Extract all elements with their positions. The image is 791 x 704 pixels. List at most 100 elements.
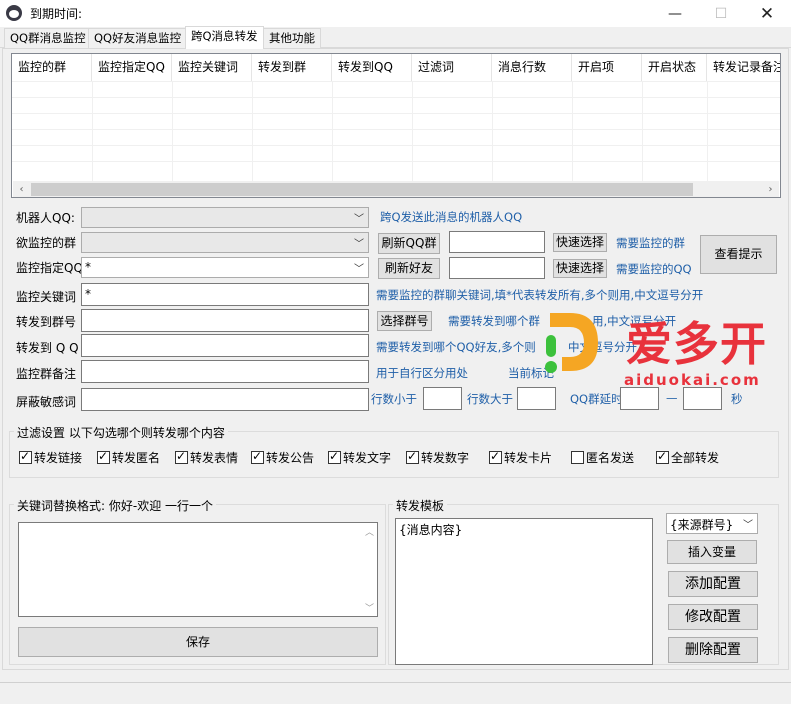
lines-more-label: 行数大于 (467, 392, 513, 406)
group-note-input[interactable] (81, 360, 369, 383)
grid-line (12, 97, 780, 98)
col-header[interactable]: 转发到群 (252, 54, 332, 81)
grid-line (332, 81, 333, 181)
add-config-button[interactable]: 添加配置 (668, 571, 758, 597)
watermark-logo: 爱多开 aiduokai.com (540, 305, 780, 400)
filter-emoji-checkbox[interactable]: 转发表情 (175, 449, 238, 466)
forward-group-input[interactable] (81, 309, 369, 332)
filter-notice-checkbox[interactable]: 转发公告 (251, 449, 314, 466)
filter-link-checkbox[interactable]: 转发链接 (19, 449, 82, 466)
note-hint: 用于自行区分用处 (376, 366, 468, 380)
col-header[interactable]: 转发记录备注 (707, 54, 780, 81)
minimize-icon[interactable]: — (652, 0, 698, 27)
edit-config-button[interactable]: 修改配置 (668, 604, 758, 630)
checkbox-label: 转发匿名 (112, 451, 161, 465)
checkbox-checked-icon (656, 449, 669, 464)
group-note-label: 监控群备注 (16, 367, 77, 381)
quick-select-friend-button[interactable]: 快速选择 (553, 259, 607, 278)
tab-friend-monitor[interactable]: QQ好友消息监控 (88, 28, 188, 48)
grid-line (707, 81, 708, 181)
checkbox-label: 转发文字 (343, 451, 392, 465)
checkbox-label: 转发公告 (266, 451, 315, 465)
checkbox-label: 匿名发送 (586, 451, 635, 465)
rules-list[interactable]: 监控的群 监控指定QQ 监控关键词 转发到群 转发到QQ 过滤词 消息行数 开启… (11, 53, 781, 198)
chevron-down-icon: ﹀ (354, 239, 364, 250)
horizontal-scrollbar[interactable]: ‹ › (13, 181, 779, 197)
checkbox-checked-icon (175, 449, 188, 464)
watermark-brand: 爱多开 (626, 317, 767, 371)
insert-variable-button[interactable]: 插入变量 (667, 540, 757, 564)
scroll-down-icon[interactable]: ﹀ (365, 601, 374, 614)
refresh-friend-button[interactable]: 刷新好友 (378, 258, 440, 279)
monitor-qq-select[interactable]: * ﹀ (81, 257, 369, 278)
forward-all-checkbox[interactable]: 全部转发 (656, 449, 719, 466)
monitor-group-select[interactable]: ﹀ (81, 232, 369, 253)
filter-anonymous-checkbox[interactable]: 转发匿名 (97, 449, 160, 466)
forward-group-label: 转发到群号 (16, 315, 77, 329)
tab-other[interactable]: 其他功能 (263, 28, 321, 48)
col-header[interactable]: 监控指定QQ (92, 54, 172, 81)
col-header[interactable]: 监控关键词 (172, 54, 252, 81)
grid-line (12, 161, 780, 162)
select-group-button[interactable]: 选择群号 (377, 311, 432, 331)
col-header[interactable]: 开启项 (572, 54, 642, 81)
checkbox-checked-icon (251, 449, 264, 464)
keyword-input[interactable]: * (81, 283, 369, 306)
group-hint: 需要监控的群 (616, 236, 685, 250)
filter-card-checkbox[interactable]: 转发卡片 (489, 449, 552, 466)
filter-text-checkbox[interactable]: 转发文字 (328, 449, 391, 466)
watermark-url: aiduokai.com (624, 371, 761, 389)
checkbox-checked-icon (19, 449, 32, 464)
scroll-left-icon[interactable]: ‹ (13, 181, 30, 197)
col-header[interactable]: 过滤词 (412, 54, 492, 81)
anonymous-send-checkbox[interactable]: 匿名发送 (571, 449, 634, 466)
delete-config-button[interactable]: 删除配置 (668, 637, 758, 663)
save-button[interactable]: 保存 (18, 627, 378, 657)
variable-select[interactable]: {来源群号} ﹀ (666, 513, 758, 534)
template-textarea[interactable]: {消息内容} (395, 518, 653, 665)
robot-qq-select[interactable]: ﹀ (81, 207, 369, 228)
checkbox-label: 转发卡片 (504, 451, 553, 465)
scroll-thumb[interactable] (31, 183, 693, 196)
keyword-replace-textarea[interactable]: ︿ ﹀ (18, 522, 378, 617)
col-header[interactable]: 监控的群 (12, 54, 92, 81)
forward-qq-label: 转发到 Q Q (16, 341, 79, 355)
grid-line (572, 81, 573, 181)
chevron-down-icon: ﹀ (354, 264, 364, 275)
tab-cross-forward[interactable]: 跨Q消息转发 (185, 26, 264, 49)
monitor-qq-label: 监控指定QQ (16, 261, 83, 275)
scroll-right-icon[interactable]: › (762, 181, 779, 197)
sensitive-words-input[interactable] (81, 388, 369, 411)
checkbox-label: 转发链接 (34, 451, 83, 465)
grid-line (172, 81, 173, 181)
col-header[interactable]: 转发到QQ (332, 54, 412, 81)
grid-line (12, 81, 780, 82)
checkbox-checked-icon (406, 449, 419, 464)
grid-line (12, 129, 780, 130)
keyword-replace-title: 关键词替换格式: 你好-欢迎 一行一个 (14, 497, 217, 514)
maximize-icon[interactable]: ☐ (698, 0, 744, 27)
checkbox-label: 全部转发 (671, 451, 720, 465)
refresh-group-button[interactable]: 刷新QQ群 (378, 233, 440, 254)
checkbox-unchecked-icon (571, 451, 584, 464)
checkbox-label: 转发数字 (421, 451, 470, 465)
grid-line (92, 81, 93, 181)
keyword-label: 监控关键词 (16, 290, 77, 304)
quick-select-group-button[interactable]: 快速选择 (553, 233, 607, 252)
grid-line (412, 81, 413, 181)
scroll-up-icon[interactable]: ︿ (365, 525, 374, 538)
view-tips-button[interactable]: 查看提示 (700, 235, 777, 274)
forward-template-title: 转发模板 (393, 497, 448, 514)
forward-qq-input[interactable] (81, 334, 369, 357)
checkbox-checked-icon (97, 449, 110, 464)
col-header[interactable]: 消息行数 (492, 54, 572, 81)
forward-group-hint: 需要转发到哪个群 (448, 314, 540, 328)
col-header[interactable]: 开启状态 (642, 54, 707, 81)
filter-number-checkbox[interactable]: 转发数字 (406, 449, 469, 466)
group-search-input[interactable] (449, 231, 545, 253)
grid-line (12, 145, 780, 146)
close-icon[interactable]: ✕ (744, 0, 790, 27)
tab-group-monitor[interactable]: QQ群消息监控 (4, 28, 92, 48)
friend-search-input[interactable] (449, 257, 545, 279)
lines-less-input[interactable] (423, 387, 462, 410)
